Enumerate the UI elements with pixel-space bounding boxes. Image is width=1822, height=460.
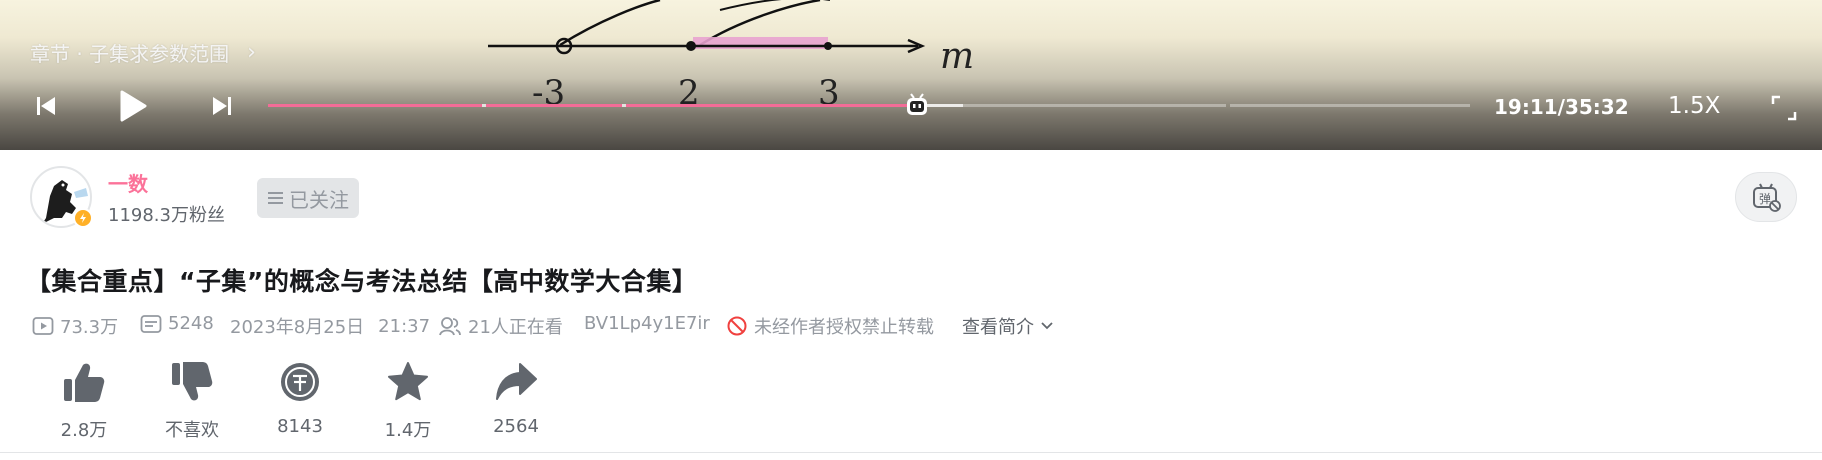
watching-now-value: 21人正在看: [468, 317, 563, 338]
follow-label: 已关注: [289, 187, 349, 212]
dislike-label: 不喜欢: [165, 420, 219, 441]
view-intro-button[interactable]: 查看简介: [962, 313, 1054, 339]
svg-text:弹: 弹: [1759, 192, 1771, 206]
progress-bar[interactable]: [268, 104, 1470, 108]
menu-icon: [268, 192, 283, 204]
playback-speed-button[interactable]: 1.5X: [1668, 93, 1720, 119]
danmaku-icon: [140, 314, 162, 333]
share-count: 2564: [493, 416, 539, 437]
bvid: BV1Lp4y1E7ir: [584, 313, 710, 334]
divider: [0, 452, 1822, 453]
star-icon: [388, 362, 428, 401]
previous-icon: [37, 97, 55, 115]
play-icon: [120, 90, 147, 122]
danmaku-count: 5248: [140, 313, 214, 334]
time-display: 19:11/35:32: [1494, 95, 1629, 119]
dislike-button[interactable]: 不喜欢: [152, 360, 232, 442]
chapter-link[interactable]: 章节 · 子集求参数范围 ›: [30, 38, 256, 67]
blackboard-drawing: -3 2 3 m: [488, 0, 974, 113]
video-player[interactable]: -3 2 3 m 章节 · 子集求参数范围 › 19:11/35:32 1.5X: [0, 0, 1822, 150]
fullscreen-button[interactable]: [1770, 94, 1798, 122]
coin-count: 8143: [277, 416, 323, 437]
viewers-icon: [439, 317, 461, 336]
publish-date: 2023年8月25日: [230, 317, 365, 338]
uploader-name[interactable]: 一数: [108, 168, 148, 197]
chevron-down-icon: [1041, 322, 1053, 330]
play-button[interactable]: [114, 86, 152, 126]
thumbs-up-icon: [64, 363, 105, 402]
follow-button[interactable]: 已关注: [257, 178, 359, 218]
verified-badge-icon: [73, 208, 93, 228]
favorite-count: 1.4万: [384, 420, 432, 441]
fullscreen-icon: [1771, 95, 1797, 121]
chapter-label: 章节 · 子集求参数范围: [30, 42, 230, 66]
thumbs-down-icon: [172, 362, 213, 401]
coin-button[interactable]: 8143: [260, 360, 340, 437]
previous-button[interactable]: [30, 92, 62, 120]
chevron-right-icon: ›: [247, 40, 256, 65]
share-arrow-icon: [496, 363, 537, 400]
like-button[interactable]: 2.8万: [44, 360, 124, 442]
view-count: 73.3万: [32, 313, 118, 339]
publish-clock: 21:37: [378, 315, 431, 337]
played-segment: [626, 104, 918, 107]
view-count-value: 73.3万: [60, 317, 119, 338]
share-button[interactable]: 2564: [476, 360, 556, 437]
publish-time: 2023年8月25日 21:37: [230, 313, 430, 339]
next-icon: [213, 97, 231, 115]
copyright-notice: 未经作者授权禁止转载: [726, 313, 934, 339]
tv-mascot-icon[interactable]: [904, 92, 930, 118]
board-variable-m: m: [940, 36, 974, 77]
next-button[interactable]: [206, 92, 238, 120]
danmaku-toggle-button[interactable]: 弹: [1735, 172, 1797, 222]
view-intro-label: 查看简介: [962, 317, 1034, 338]
copyright-text: 未经作者授权禁止转载: [754, 317, 934, 338]
uploader-fans: 1198.3万粉丝: [108, 205, 225, 226]
played-segment: [268, 104, 482, 107]
play-count-icon: [32, 317, 54, 335]
video-title: 【集合重点】“子集”的概念与考法总结【高中数学大合集】: [26, 267, 698, 296]
watching-now: 21人正在看: [438, 313, 563, 339]
no-repost-icon: [727, 316, 747, 336]
coin-icon: [281, 363, 319, 401]
played-segment: [486, 104, 622, 107]
favorite-button[interactable]: 1.4万: [368, 360, 448, 442]
like-count: 2.8万: [60, 420, 108, 441]
danmaku-count-value: 5248: [168, 313, 214, 334]
chapter-segment: [1230, 104, 1470, 107]
danmaku-off-icon: 弹: [1753, 183, 1781, 212]
